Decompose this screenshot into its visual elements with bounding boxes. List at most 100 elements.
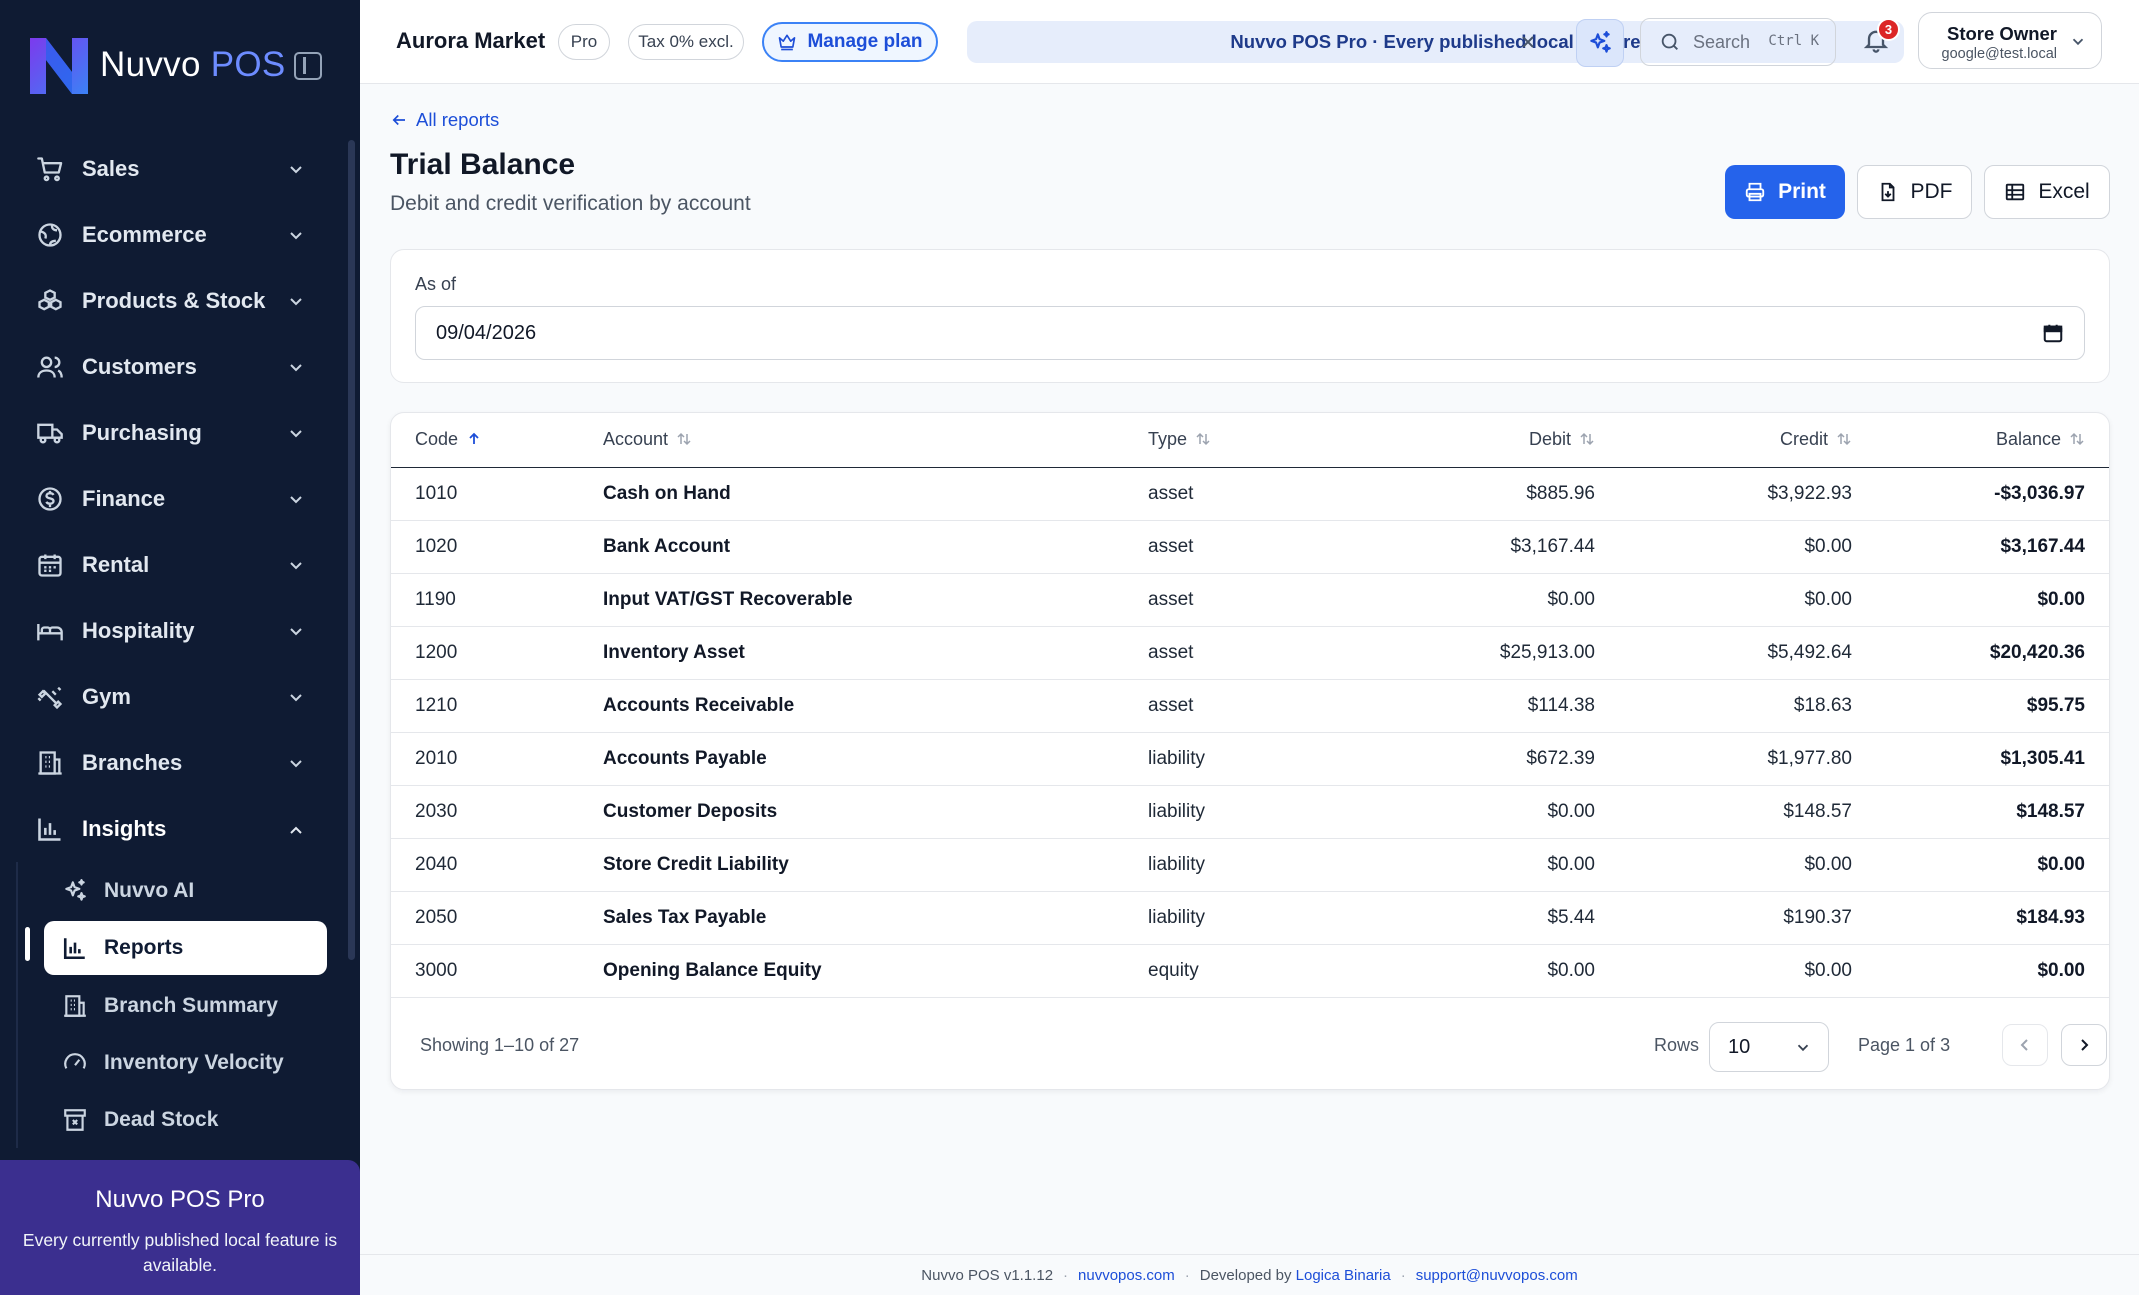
all-reports-link[interactable]: All reports (390, 109, 499, 131)
sidebar-item-rental[interactable]: Rental (0, 532, 345, 598)
website-link[interactable]: nuvvopos.com (1078, 1267, 1175, 1284)
rows-per-page-select[interactable]: 10 (1709, 1022, 1829, 1072)
table-footer: Showing 1–10 of 27 Rows 10 Page 1 of 3 (391, 997, 2109, 1089)
cell-account: Store Credit Liability (603, 838, 1148, 892)
sort-icon (1837, 433, 1851, 446)
sidebar-item-customers[interactable]: Customers (0, 334, 345, 400)
sidebar-item-label: Dead Stock (104, 1107, 219, 1131)
as-of-date-input[interactable]: 09/04/2026 (415, 306, 2085, 360)
cell-account: Customer Deposits (603, 785, 1148, 839)
chevron-down-icon (286, 556, 306, 576)
cell-debit: $114.38 (1338, 679, 1595, 733)
table-row[interactable]: 2010 Accounts Payable liability $672.39 $1,9… (391, 732, 2109, 786)
collapse-sidebar-icon[interactable] (294, 52, 322, 80)
printer-icon (1745, 182, 1765, 202)
sidebar-item-sales[interactable]: Sales (0, 136, 345, 202)
sidebar-item-gym[interactable]: Gym (0, 664, 345, 730)
sort-ascending-icon (469, 432, 479, 445)
sidebar-item-reports[interactable]: Reports (44, 921, 327, 975)
separator: · (1063, 1266, 1069, 1284)
support-email-link[interactable]: support@nuvvopos.com (1416, 1267, 1578, 1284)
dumbbell-icon (36, 683, 64, 711)
brand-logo[interactable]: Nuvvo POS (26, 32, 286, 98)
developer-link[interactable]: Logica Binaria (1296, 1267, 1391, 1284)
column-header-credit[interactable]: Credit (1595, 413, 1852, 468)
showing-count: Showing 1–10 of 27 (420, 1035, 580, 1055)
cell-debit: $0.00 (1338, 785, 1595, 839)
rows-per-page-value: 10 (1728, 1035, 1751, 1058)
cell-credit: $18.63 (1595, 679, 1852, 733)
table-row[interactable]: 2050 Sales Tax Payable liability $5.44 $190.… (391, 891, 2109, 945)
gauge-icon (62, 1050, 88, 1076)
chevron-down-icon (286, 688, 306, 708)
page-title: Trial Balance (390, 148, 576, 181)
cell-type: liability (1148, 785, 1338, 839)
table-row[interactable]: 1210 Accounts Receivable asset $114.38 $18.6… (391, 679, 2109, 733)
column-header-debit[interactable]: Debit (1338, 413, 1595, 468)
sidebar-item-finance[interactable]: Finance (0, 466, 345, 532)
cell-debit: $885.96 (1338, 467, 1595, 521)
sidebar-item-products-stock[interactable]: Products & Stock (0, 268, 345, 334)
cell-credit: $1,977.80 (1595, 732, 1852, 786)
chevron-right-icon (2081, 1039, 2089, 1051)
ai-assistant-button[interactable] (1576, 19, 1624, 67)
sidebar-scrollbar[interactable] (348, 140, 355, 960)
cell-type: asset (1148, 520, 1338, 574)
sidebar-item-hospitality[interactable]: Hospitality (0, 598, 345, 664)
table-row[interactable]: 1200 Inventory Asset asset $25,913.00 $5,492… (391, 626, 2109, 680)
close-icon[interactable] (1516, 30, 1540, 54)
print-button[interactable]: Print (1725, 165, 1845, 219)
user-menu[interactable]: Store Owner google@test.local (1918, 12, 2102, 69)
table-row[interactable]: 1020 Bank Account asset $3,167.44 $0.00 $3,16… (391, 520, 2109, 574)
column-header-code[interactable]: Code (391, 413, 603, 468)
promo-title: Nuvvo POS Pro (95, 1186, 265, 1213)
table-row[interactable]: 2040 Store Credit Liability liability $0.00… (391, 838, 2109, 892)
next-page-button[interactable] (2061, 1024, 2107, 1066)
sidebar-item-label: Sales (82, 156, 140, 181)
sidebar-item-label: Customers (82, 354, 197, 379)
bar-chart-icon (36, 815, 64, 843)
pdf-button[interactable]: PDF (1857, 165, 1972, 219)
manage-plan-button[interactable]: Manage plan (762, 22, 938, 62)
page-subtitle: Debit and credit verification by account (390, 192, 751, 215)
table-row[interactable]: 2030 Customer Deposits liability $0.00 $148.… (391, 785, 2109, 839)
cell-code: 1020 (391, 520, 603, 574)
table-row[interactable]: 3000 Opening Balance Equity equity $0.00 $0.… (391, 944, 2109, 998)
tax-chip[interactable]: Tax 0% excl. (628, 24, 744, 60)
page-footer: Nuvvo POS v1.1.12 · nuvvopos.com · Devel… (360, 1254, 2139, 1295)
cell-debit: $5.44 (1338, 891, 1595, 945)
separator: · (1400, 1266, 1406, 1284)
cell-type: asset (1148, 679, 1338, 733)
column-header-account[interactable]: Account (603, 413, 1148, 468)
previous-page-button[interactable] (2002, 1024, 2048, 1066)
app-version: Nuvvo POS v1.1.12 (921, 1266, 1054, 1284)
table-row[interactable]: 1010 Cash on Hand asset $885.96 $3,922.93 -$3… (391, 467, 2109, 521)
store-name: Aurora Market (396, 28, 546, 53)
sidebar-item-inventory-velocity[interactable]: Inventory Velocity (18, 1034, 326, 1091)
sidebar-item-ecommerce[interactable]: Ecommerce (0, 202, 345, 268)
plan-chip: Pro (558, 24, 610, 60)
sidebar-item-insights[interactable]: Insights (0, 796, 345, 862)
calendar-icon[interactable] (2042, 322, 2064, 344)
brand-name: Nuvvo POS (100, 45, 286, 84)
column-header-balance[interactable]: Balance (1852, 413, 2109, 468)
table-row[interactable]: 1190 Input VAT/GST Recoverable asset $0.00 $… (391, 573, 2109, 627)
building-icon (36, 749, 64, 777)
sidebar-item-label: Branch Summary (104, 993, 278, 1017)
sidebar-item-purchasing[interactable]: Purchasing (0, 400, 345, 466)
search-input[interactable]: Search Ctrl K (1640, 18, 1836, 66)
excel-button[interactable]: Excel (1984, 165, 2110, 219)
sidebar-item-branch-summary[interactable]: Branch Summary (18, 977, 326, 1034)
cell-credit: $0.00 (1595, 944, 1852, 998)
trial-balance-table: Code Account Type Debit Credit Balance 1… (391, 413, 2109, 998)
column-header-type[interactable]: Type (1148, 413, 1338, 468)
users-icon (36, 353, 64, 381)
cell-code: 2030 (391, 785, 603, 839)
sidebar-item-nuvvo-ai[interactable]: Nuvvo AI (18, 862, 326, 919)
search-shortcut: Ctrl K (1768, 33, 1819, 49)
pdf-label: PDF (1910, 180, 1953, 203)
developed-by-label: Developed by (1199, 1266, 1292, 1284)
sidebar-item-dead-stock[interactable]: Dead Stock (18, 1091, 326, 1148)
sidebar-item-branches[interactable]: Branches (0, 730, 345, 796)
bar-chart-icon (62, 935, 88, 961)
